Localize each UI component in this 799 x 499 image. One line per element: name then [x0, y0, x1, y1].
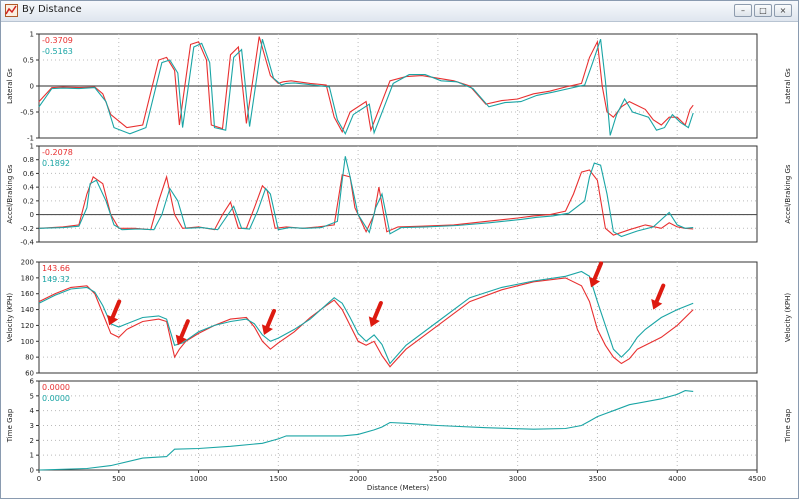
x-tick-label: 2000 — [349, 475, 367, 483]
readout-red: -0.3709 — [42, 36, 73, 45]
y-tick-label: 2 — [30, 437, 34, 445]
minimize-button[interactable]: – — [734, 4, 752, 17]
y-tick-label: 100 — [21, 338, 34, 346]
y-tick-label: 0 — [30, 467, 34, 475]
readout-cyan: 0.0000 — [42, 394, 70, 403]
maximize-icon: □ — [759, 6, 767, 15]
x-tick-label: 3500 — [589, 475, 607, 483]
x-tick-label: 1000 — [190, 475, 208, 483]
chart-app-icon — [5, 4, 18, 17]
readout-cyan: 149.32 — [42, 275, 70, 284]
y-axis-label: Time Gap — [6, 408, 14, 443]
x-tick-label: 500 — [112, 475, 125, 483]
y-tick-label: 4 — [30, 407, 35, 415]
x-tick-label: 4000 — [668, 475, 686, 483]
x-tick-label: 2500 — [429, 475, 447, 483]
close-button[interactable]: × — [774, 4, 792, 17]
readout-red: 143.66 — [42, 264, 70, 273]
y-axis-label-right: Velocity (KPH) — [784, 293, 792, 342]
y-tick-label: 160 — [21, 290, 34, 298]
y-tick-label: 1 — [30, 143, 34, 151]
y-tick-label: -0.5 — [20, 109, 34, 117]
x-tick-label: 0 — [37, 475, 41, 483]
maximize-button[interactable]: □ — [754, 4, 772, 17]
y-tick-label: 0.8 — [23, 156, 34, 164]
minimize-icon: – — [741, 6, 745, 15]
readout-red: -0.2078 — [42, 148, 73, 157]
y-tick-label: 180 — [21, 274, 34, 282]
y-tick-label: 80 — [25, 354, 34, 362]
y-tick-label: 1 — [30, 452, 34, 460]
y-tick-label: 5 — [30, 392, 34, 400]
y-axis-label: Accel/Braking Gs — [6, 164, 14, 223]
y-tick-label: 3 — [30, 422, 34, 430]
y-tick-label: 6 — [30, 378, 35, 386]
title-bar[interactable]: By Distance – □ × — [1, 1, 798, 22]
y-axis-label-right: Accel/Braking Gs — [784, 164, 792, 223]
telemetry-chart: 1 0.5 0 -0.5 -1 Lateral Gs Lateral Gs -0.3709 -0… — [6, 31, 792, 493]
y-tick-label: 200 — [21, 259, 34, 267]
y-tick-label: -0.2 — [20, 225, 34, 233]
close-icon: × — [779, 6, 787, 15]
y-tick-label: -0.4 — [20, 239, 34, 247]
readout-cyan: -0.5163 — [42, 47, 73, 56]
x-tick-label: 1500 — [269, 475, 287, 483]
panel-frame — [38, 380, 758, 471]
y-tick-label: 140 — [21, 306, 34, 314]
y-tick-label: 120 — [21, 322, 34, 330]
y-axis-label: Lateral Gs — [6, 68, 14, 104]
y-axis-label-right: Lateral Gs — [784, 68, 792, 104]
y-tick-label: 0 — [30, 211, 34, 219]
x-tick-label: 4500 — [748, 475, 766, 483]
y-tick-label: 0.4 — [23, 184, 35, 192]
readout-cyan: 0.1892 — [42, 159, 70, 168]
readout-red: 0.0000 — [42, 383, 70, 392]
chart-window: By Distance – □ × 1 0.5 0 -0.5 -1 Lateral Gs L… — [0, 0, 799, 499]
y-tick-label: 1 — [30, 31, 34, 39]
window-title: By Distance — [22, 4, 82, 15]
x-axis-label: Distance (Meters) — [367, 484, 429, 492]
y-axis-label-right: Time Gap — [784, 408, 792, 443]
y-tick-label: 60 — [25, 370, 34, 378]
x-tick-label: 3000 — [509, 475, 527, 483]
y-tick-label: 0.2 — [23, 197, 34, 205]
y-axis-label: Velocity (KPH) — [6, 293, 14, 342]
y-tick-label: 0 — [30, 83, 34, 91]
y-tick-label: 0.6 — [23, 170, 35, 178]
y-tick-label: 0.5 — [23, 57, 34, 65]
y-tick-label: -1 — [27, 135, 34, 143]
